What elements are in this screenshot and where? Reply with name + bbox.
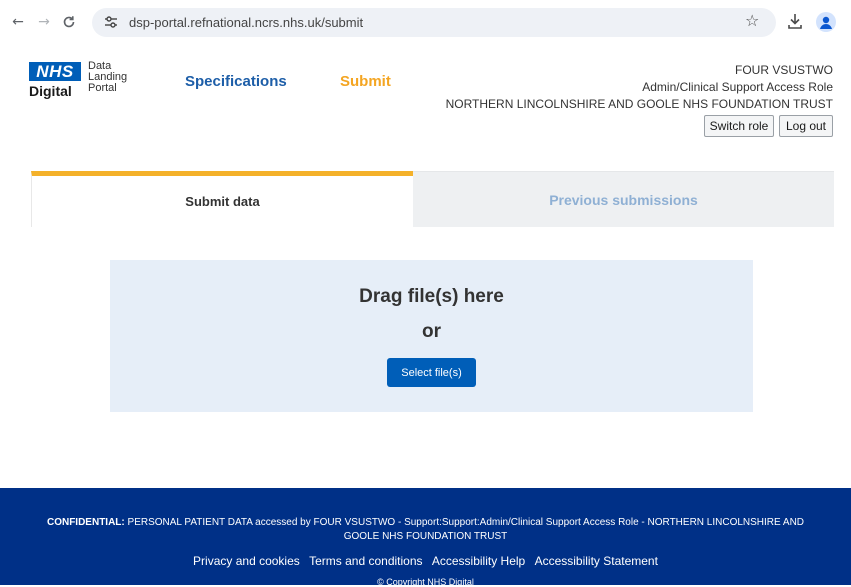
- page-footer: CONFIDENTIAL: PERSONAL PATIENT DATA acce…: [0, 488, 851, 587]
- tab-submit-data[interactable]: Submit data: [31, 171, 413, 227]
- user-role: Admin/Clinical Support Access Role: [642, 80, 833, 94]
- forward-arrow-icon[interactable]: →: [33, 11, 55, 33]
- download-icon[interactable]: [786, 11, 804, 31]
- copyright-text: © Copyright NHS Digital: [377, 577, 474, 587]
- nhs-digital-logo[interactable]: NHS Digital Data Landing Portal: [29, 61, 139, 102]
- log-out-button[interactable]: Log out: [779, 115, 833, 137]
- user-organisation: NORTHERN LINCOLNSHIRE AND GOOLE NHS FOUN…: [445, 97, 833, 111]
- footer-links: Privacy and cookies Terms and conditions…: [0, 554, 851, 568]
- logo-digital-text: Digital: [29, 83, 72, 99]
- switch-role-button[interactable]: Switch role: [704, 115, 774, 137]
- url-text: dsp-portal.refnational.ncrs.nhs.uk/submi…: [129, 15, 364, 30]
- user-info: FOUR VSUSTWO Admin/Clinical Support Acce…: [446, 62, 833, 113]
- portal-name: Data Landing Portal: [88, 61, 148, 94]
- site-settings-icon[interactable]: [103, 14, 119, 30]
- footer-link-accessibility-statement[interactable]: Accessibility Statement: [535, 554, 658, 568]
- footer-link-terms[interactable]: Terms and conditions: [309, 554, 422, 568]
- tab-previous-submissions[interactable]: Previous submissions: [413, 171, 834, 227]
- footer-link-accessibility-help[interactable]: Accessibility Help: [432, 554, 525, 568]
- confidential-text: PERSONAL PATIENT DATA accessed by FOUR V…: [127, 517, 805, 542]
- nav-specifications-link[interactable]: Specifications: [185, 73, 287, 90]
- profile-avatar-icon[interactable]: [816, 12, 836, 32]
- address-bar[interactable]: dsp-portal.refnational.ncrs.nhs.uk/submi…: [92, 8, 776, 37]
- back-arrow-icon[interactable]: ←: [7, 11, 29, 33]
- bookmark-star-icon[interactable]: ☆: [745, 11, 759, 30]
- confidential-notice: CONFIDENTIAL: PERSONAL PATIENT DATA acce…: [30, 516, 821, 544]
- nhs-logo-mark: NHS: [29, 62, 81, 81]
- user-name: FOUR VSUSTWO: [735, 63, 833, 77]
- browser-toolbar: ← → dsp-portal.refnational.ncrs.nhs.uk/s…: [0, 0, 851, 44]
- portal-name-line3: Portal: [88, 82, 117, 94]
- confidential-label: CONFIDENTIAL:: [46, 517, 125, 528]
- select-files-button[interactable]: Select file(s): [387, 358, 476, 387]
- reload-icon[interactable]: [58, 11, 80, 33]
- footer-link-privacy[interactable]: Privacy and cookies: [193, 554, 300, 568]
- dropzone-heading: Drag file(s) here: [359, 286, 504, 307]
- dropzone-or-text: or: [422, 321, 441, 342]
- nav-submit-link[interactable]: Submit: [340, 73, 391, 90]
- file-dropzone[interactable]: Drag file(s) here or Select file(s): [110, 260, 753, 412]
